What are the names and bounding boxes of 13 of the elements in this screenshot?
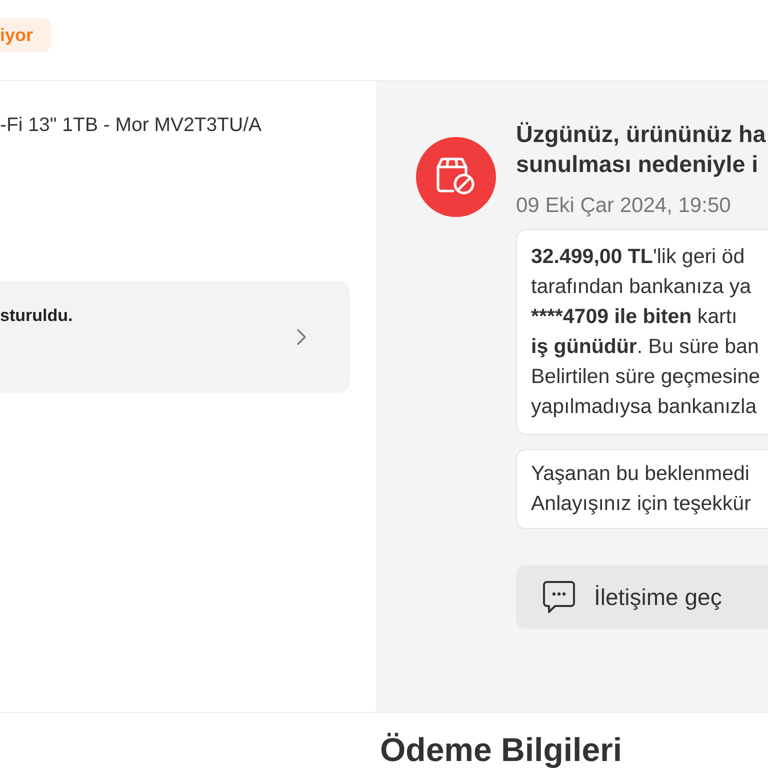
notice-title: Üzgünüz, ürününüz ha sunulması nedeniyle i bbox=[516, 120, 766, 179]
status-card[interactable]: sturuldu. bbox=[0, 281, 350, 393]
product-name: -Fi 13" 1TB - Mor MV2T3TU/A bbox=[0, 113, 262, 137]
contact-button[interactable]: İletişime geç bbox=[516, 565, 768, 629]
chat-bubble-icon bbox=[542, 580, 576, 614]
chevron-right-icon bbox=[297, 329, 306, 345]
message-bubble: 32.499,00 TL'lik geri öd tarafından bankanıza ya ****4709 ile biten kartı iş günüdür. Bu süre ban Belirtilen süre geçmesine yapılmadıysa bankanızla bbox=[516, 229, 768, 435]
section-title: Ödeme Bilgileri bbox=[380, 733, 622, 767]
message-bubble: Yaşanan bu beklenmedi Anlayışınız için teşekkür bbox=[516, 449, 768, 529]
status-text: sturuldu. bbox=[0, 305, 73, 327]
notice-date: 09 Eki Çar 2024, 19:50 bbox=[516, 193, 731, 219]
status-badge: iyor bbox=[0, 18, 52, 52]
box-prohibited-icon bbox=[416, 137, 496, 217]
